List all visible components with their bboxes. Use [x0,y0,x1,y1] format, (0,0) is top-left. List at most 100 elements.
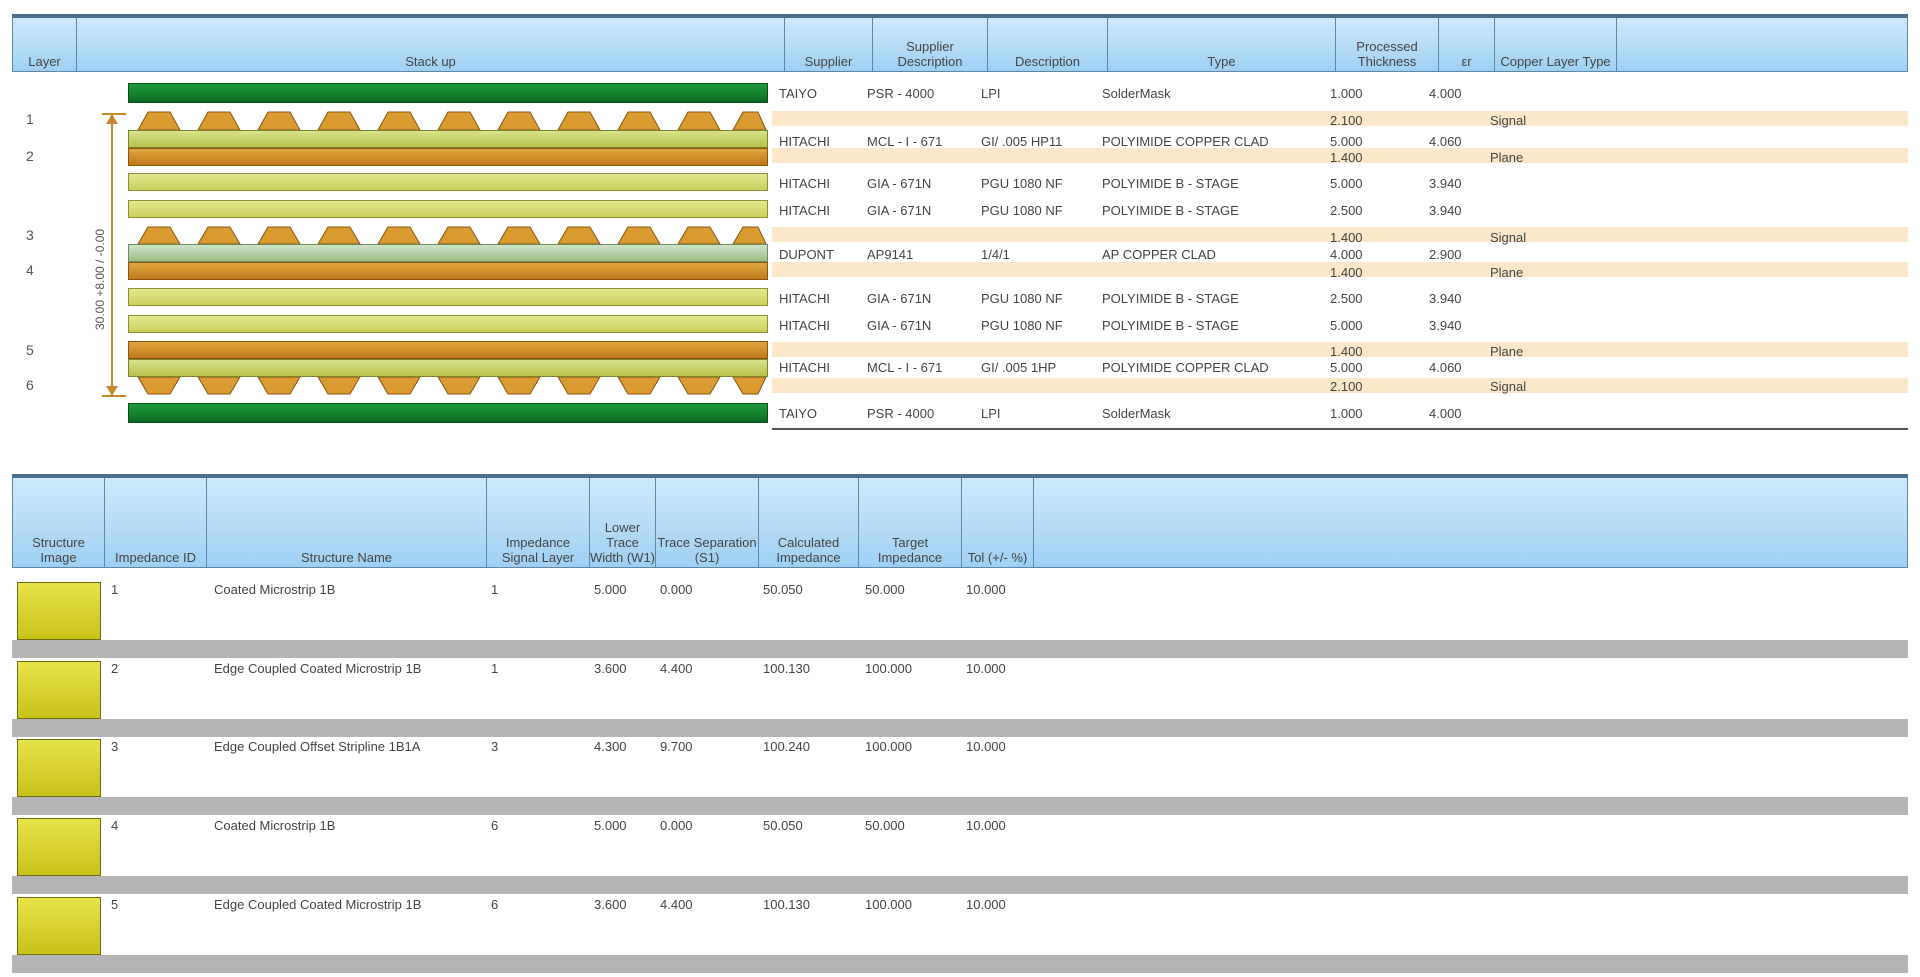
stackup-cell-sdesc: GIA - 671N [867,203,932,218]
impedance-cell-calc: 100.240 [763,739,810,754]
impedance-cell-w1: 3.600 [594,661,627,676]
signal-traces-layer-6 [137,377,767,395]
impedance-cell-layer: 6 [491,897,499,912]
impedance-cell-tol: 10.000 [966,818,1006,833]
stackup-cell-thk: 5.000 [1330,360,1363,375]
stackup-cell-type: AP COPPER CLAD [1102,247,1216,262]
plane-layer-2 [128,148,768,166]
col-supplier-description: Supplier Description [873,18,988,71]
row-separator [12,719,1908,737]
impedance-cell-id: 3 [111,739,119,754]
stackup-cell-supplier: HITACHI [779,176,831,191]
stackup-cell-desc: GI/ .005 1HP [981,360,1057,375]
impedance-cell-calc: 100.130 [763,661,810,676]
stackup-cell-er: 4.000 [1429,406,1462,421]
impedance-cell-target: 100.000 [865,661,912,676]
stackup-cell-er: 3.940 [1429,203,1462,218]
layer-label: 4 [26,262,34,278]
impedance-cell-w1: 4.300 [594,739,627,754]
impedance-cell-calc: 50.050 [763,818,803,833]
stackup-cell-sdesc: MCL - I - 671 [867,134,943,149]
stackup-cell-er: 4.060 [1429,134,1462,149]
stackup-cell-thk: 1.000 [1330,406,1363,421]
stackup-cell-cu: Signal [1490,379,1527,394]
stackup-cell-desc: PGU 1080 NF [981,318,1063,333]
impedance-cell-s1: 0.000 [660,582,693,597]
stackup-cell-thk: 4.000 [1330,247,1363,262]
stackup-cell-supplier: HITACHI [779,134,831,149]
stackup-cell-thk: 2.500 [1330,291,1363,306]
stackup-cell-cu: Plane [1490,344,1524,359]
impedance-cell-calc: 100.130 [763,897,810,912]
stackup-cell-supplier: HITACHI [779,360,831,375]
impedance-cell-w1: 5.000 [594,818,627,833]
stackup-cell-sdesc: PSR - 4000 [867,86,935,101]
stackup-cell-desc: PGU 1080 NF [981,203,1063,218]
stackup-cell-er: 3.940 [1429,291,1462,306]
stackup-cell-supplier: TAIYO [779,406,818,421]
impedance-cell-target: 100.000 [865,897,912,912]
col-trace-separation: Trace Separation (S1) [656,478,759,567]
impedance-cell-id: 2 [111,661,119,676]
core-layer-1 [128,130,768,148]
stackup-cell-type: SolderMask [1102,406,1171,421]
stackup-cell-thk: 1.400 [1330,265,1363,280]
impedance-cell-name: Edge Coupled Coated Microstrip 1B [214,661,422,676]
stackup-cell-sdesc: AP9141 [867,247,914,262]
structure-image [17,818,101,876]
stackup-cell-type: POLYIMIDE COPPER CLAD [1102,134,1269,149]
col-copper-layer-type: Copper Layer Type [1495,18,1617,71]
impedance-cell-name: Edge Coupled Offset Stripline 1B1A [214,739,421,754]
stackup-cell-thk: 1.400 [1330,150,1363,165]
col-stackup: Stack up [77,18,785,71]
structure-image [17,897,101,955]
stackup-cell-thk: 2.100 [1330,379,1363,394]
row-separator [12,640,1908,658]
thickness-dimension-label: 30.00 +8.00 / -0.00 [93,228,107,330]
col-target-impedance: Target Impedance [859,478,962,567]
impedance-cell-name: Coated Microstrip 1B [214,582,336,597]
col-structure-image: Structure Image [13,478,105,567]
stackup-cell-sdesc: PSR - 4000 [867,406,935,421]
col-impedance-id: Impedance ID [105,478,207,567]
stackup-cell-er: 3.940 [1429,176,1462,191]
stackup-cell-supplier: HITACHI [779,203,831,218]
stackup-cell-type: POLYIMIDE B - STAGE [1102,203,1239,218]
prepreg-layer [128,200,768,218]
stackup-cell-cu: Signal [1490,113,1527,128]
stackup-cell-supplier: TAIYO [779,86,818,101]
impedance-cell-tol: 10.000 [966,897,1006,912]
stackup-cell-sdesc: GIA - 671N [867,318,932,333]
stackup-cell-sdesc: GIA - 671N [867,291,932,306]
col-structure-name: Structure Name [207,478,487,567]
stackup-cell-thk: 2.100 [1330,113,1363,128]
structure-image [17,582,101,640]
plane-layer-5 [128,341,768,359]
impedance-cell-layer: 1 [491,661,499,676]
stackup-cell-desc: PGU 1080 NF [981,176,1063,191]
impedance-cell-id: 4 [111,818,119,833]
prepreg-layer [128,173,768,191]
col-supplier: Supplier [785,18,873,71]
impedance-cell-calc: 50.050 [763,582,803,597]
stackup-cell-desc: PGU 1080 NF [981,291,1063,306]
impedance-cell-s1: 0.000 [660,818,693,833]
stackup-cell-thk: 5.000 [1330,318,1363,333]
stackup-cell-desc: LPI [981,86,1001,101]
impedance-cell-w1: 5.000 [594,582,627,597]
soldermask-bottom [128,403,768,423]
layer-label: 2 [26,148,34,164]
stackup-cell-er: 3.940 [1429,318,1462,333]
col-layer: Layer [13,18,77,71]
stackup-cell-thk: 2.500 [1330,203,1363,218]
stackup-cell-supplier: HITACHI [779,291,831,306]
soldermask-top [128,83,768,103]
stackup-cell-er: 4.000 [1429,86,1462,101]
impedance-cell-name: Coated Microstrip 1B [214,818,336,833]
stackup-cell-thk: 5.000 [1330,176,1363,191]
col-processed-thickness: Processed Thickness [1336,18,1439,71]
layer-label: 3 [26,227,34,243]
impedance-cell-s1: 4.400 [660,661,693,676]
stackup-cell-type: POLYIMIDE B - STAGE [1102,291,1239,306]
prepreg-layer [128,315,768,333]
